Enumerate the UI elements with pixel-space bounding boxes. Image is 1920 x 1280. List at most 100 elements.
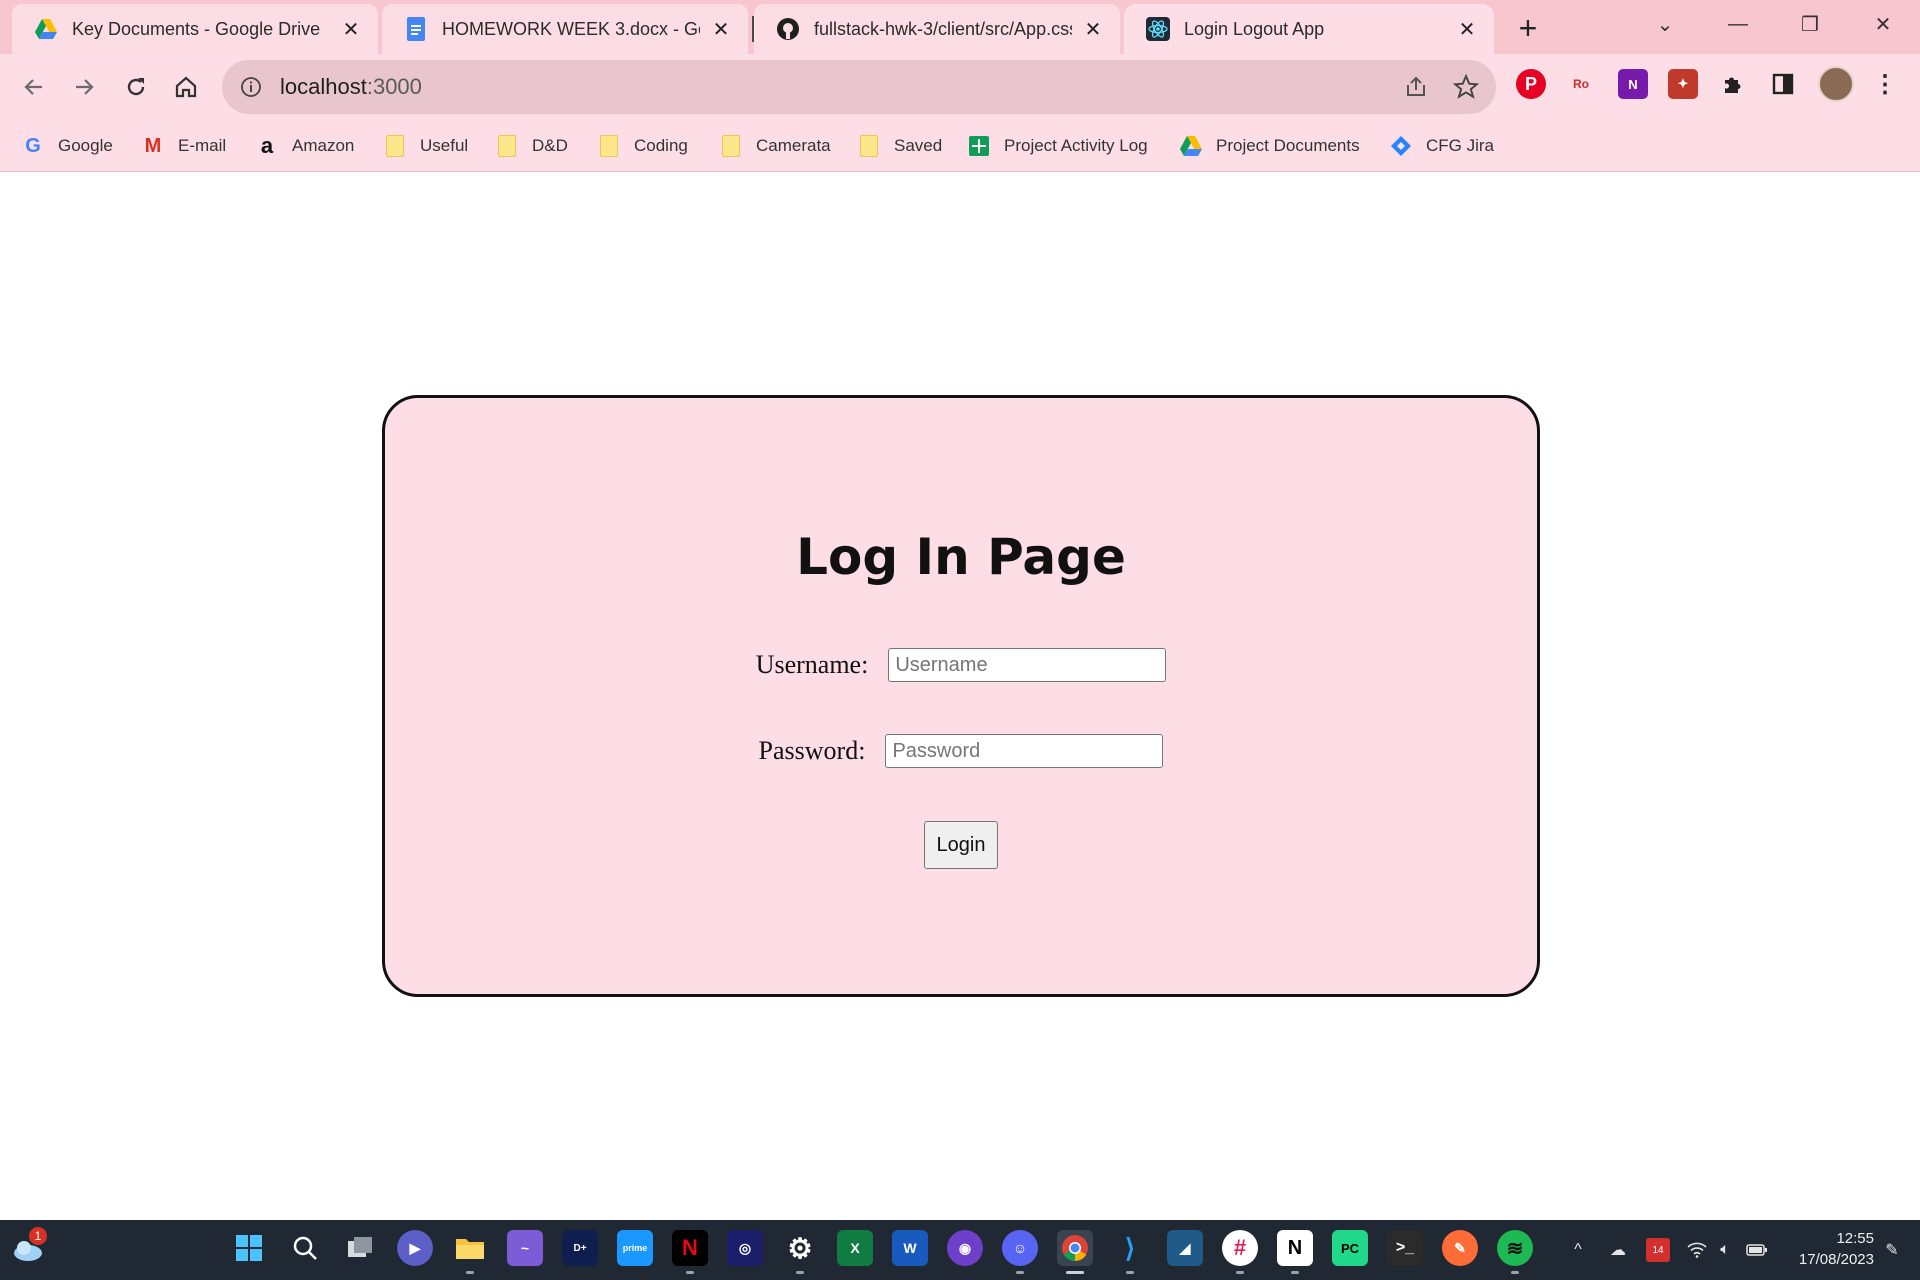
discord-icon[interactable]: ☺ — [1002, 1230, 1038, 1266]
gmail-icon: M — [144, 134, 162, 157]
running-indicator — [686, 1271, 694, 1274]
terminal-icon[interactable]: >_ — [1387, 1230, 1423, 1266]
windows-start-icon[interactable] — [231, 1230, 267, 1266]
reload-icon[interactable] — [116, 67, 156, 107]
messenger-icon[interactable]: ~ — [507, 1230, 543, 1266]
volume-icon[interactable]: 🔈︎ — [1713, 1238, 1737, 1262]
spotify-icon[interactable]: ≋ — [1497, 1230, 1533, 1266]
google-sheets-icon — [968, 135, 990, 157]
url-host: localhost — [280, 74, 367, 99]
settings-gear-icon[interactable]: ⚙ — [782, 1230, 818, 1266]
tab-title: HOMEWORK WEEK 3.docx - Googl — [442, 18, 700, 39]
password-input[interactable] — [885, 734, 1164, 768]
profile-avatar[interactable] — [1818, 66, 1854, 102]
bookmark-folder-saved[interactable]: Saved — [858, 132, 942, 160]
site-info-icon[interactable] — [238, 74, 264, 100]
notion-icon[interactable]: N — [1277, 1230, 1313, 1266]
bookmarks-bar: G Google M E-mail a Amazon Useful D&D Co… — [0, 120, 1920, 172]
new-tab-button[interactable]: + — [1510, 10, 1546, 46]
address-bar[interactable]: localhost:3000 — [222, 60, 1496, 114]
bookmark-folder-coding[interactable]: Coding — [598, 132, 688, 160]
teams-chat-icon[interactable]: ▶ — [397, 1230, 433, 1266]
running-indicator — [1126, 1271, 1134, 1274]
tab-title: Key Documents - Google Drive — [72, 18, 321, 39]
bookmark-label: Camerata — [756, 136, 831, 155]
forward-icon[interactable] — [64, 67, 104, 107]
slack-icon[interactable]: # — [1222, 1230, 1258, 1266]
red-extension-icon[interactable]: ✦ — [1668, 69, 1698, 99]
home-icon[interactable] — [166, 67, 206, 107]
close-tab-icon[interactable]: ✕ — [1454, 16, 1480, 42]
bookmark-project-activity-log[interactable]: Project Activity Log — [968, 132, 1148, 160]
github-desktop-icon[interactable]: ◉ — [947, 1230, 983, 1266]
url-text: localhost:3000 — [280, 74, 422, 100]
bookmark-email[interactable]: M E-mail — [142, 132, 227, 160]
prime-video-icon[interactable]: prime — [617, 1230, 653, 1266]
github-icon — [776, 17, 800, 41]
google-icon: G — [25, 134, 41, 157]
tab-homework-doc[interactable]: HOMEWORK WEEK 3.docx - Googl ✕ — [382, 4, 748, 54]
bookmark-cfg-jira[interactable]: CFG Jira — [1390, 132, 1494, 160]
tab-login-logout-app[interactable]: Login Logout App ✕ — [1124, 4, 1494, 54]
bookmark-label: Project Activity Log — [1004, 136, 1148, 155]
bookmark-project-documents[interactable]: Project Documents — [1180, 132, 1360, 160]
bookmark-star-icon[interactable] — [1452, 73, 1480, 101]
dictionary-extension-icon[interactable]: Ro — [1566, 69, 1596, 99]
login-button[interactable]: Login — [923, 821, 999, 869]
folder-icon — [598, 135, 620, 157]
close-tab-icon[interactable]: ✕ — [1080, 16, 1106, 42]
react-icon — [1146, 17, 1170, 41]
username-row: Username: — [385, 648, 1537, 682]
active-indicator — [1066, 1271, 1084, 1274]
running-indicator — [1291, 1271, 1299, 1274]
bookmark-folder-useful[interactable]: Useful — [384, 132, 468, 160]
disney-plus-icon[interactable]: D+ — [562, 1230, 598, 1266]
username-label: Username: — [755, 650, 869, 679]
wifi-icon[interactable] — [1685, 1238, 1709, 1262]
tab-github-app-css[interactable]: fullstack-hwk-3/client/src/App.css ✕ — [754, 4, 1120, 54]
close-tab-icon[interactable]: ✕ — [708, 16, 734, 42]
file-explorer-icon[interactable] — [452, 1230, 488, 1266]
chrome-menu-icon[interactable]: ⋮ — [1870, 69, 1900, 99]
postman-icon[interactable]: ✎ — [1442, 1230, 1478, 1266]
bookmark-google[interactable]: G Google — [22, 132, 113, 160]
camera-app-icon[interactable]: ◎ — [727, 1230, 763, 1266]
notification-center-icon[interactable]: ✎ — [1880, 1238, 1904, 1262]
close-tab-icon[interactable]: ✕ — [338, 16, 364, 42]
bookmark-folder-camerata[interactable]: Camerata — [720, 132, 831, 160]
share-icon[interactable] — [1402, 73, 1430, 101]
side-panel-icon[interactable] — [1768, 69, 1798, 99]
system-clock[interactable]: 12:55 17/08/2023 — [1778, 1228, 1874, 1270]
task-view-icon[interactable] — [342, 1230, 378, 1266]
chrome-icon[interactable] — [1057, 1230, 1093, 1266]
window-close-icon[interactable]: ✕ — [1848, 4, 1918, 44]
show-hidden-icons-chevron-icon[interactable]: ^ — [1566, 1238, 1590, 1262]
calendar-tray-icon[interactable]: 14 — [1646, 1238, 1670, 1262]
onenote-extension-icon[interactable]: N — [1618, 69, 1648, 99]
netflix-icon[interactable]: N — [672, 1230, 708, 1266]
excel-icon[interactable]: X — [837, 1230, 873, 1266]
bookmark-label: D&D — [532, 136, 568, 155]
tab-key-documents[interactable]: Key Documents - Google Drive ✕ — [12, 4, 378, 54]
button-row: Login — [385, 821, 1537, 869]
vscode-icon[interactable]: ⟩ — [1112, 1230, 1148, 1266]
pycharm-icon[interactable]: PC — [1332, 1230, 1368, 1266]
battery-icon[interactable] — [1745, 1238, 1769, 1262]
password-row: Password: — [385, 734, 1537, 768]
tab-search-dropdown-icon[interactable]: ⌄ — [1630, 4, 1700, 44]
pinterest-extension-icon[interactable]: P — [1516, 69, 1546, 99]
onedrive-icon[interactable]: ☁ — [1606, 1238, 1630, 1262]
search-icon[interactable] — [287, 1230, 323, 1266]
back-icon[interactable] — [14, 67, 54, 107]
mysql-workbench-icon[interactable]: ◢ — [1167, 1230, 1203, 1266]
bookmark-label: Amazon — [292, 136, 355, 155]
bookmark-folder-dnd[interactable]: D&D — [496, 132, 568, 160]
username-input[interactable] — [888, 648, 1167, 682]
minimize-icon[interactable]: — — [1703, 4, 1773, 44]
word-icon[interactable]: W — [892, 1230, 928, 1266]
extensions-puzzle-icon[interactable] — [1718, 69, 1748, 99]
folder-icon — [858, 135, 880, 157]
restore-icon[interactable]: ❐ — [1775, 4, 1845, 44]
bookmark-amazon[interactable]: a Amazon — [256, 132, 355, 160]
running-indicator — [1236, 1271, 1244, 1274]
